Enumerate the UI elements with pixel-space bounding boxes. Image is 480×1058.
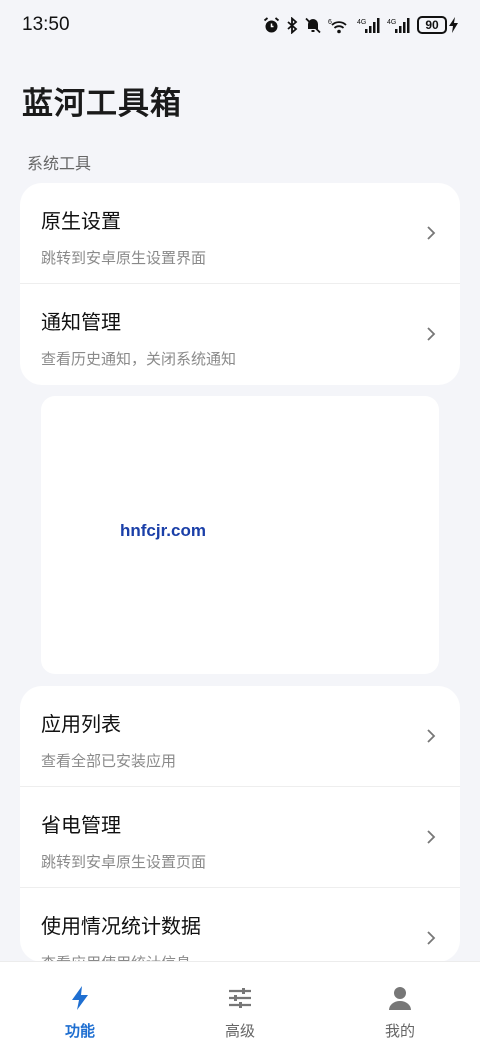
list-item-title: 原生设置 [41,209,121,233]
page-title: 蓝河工具箱 [22,86,182,122]
list-item-subtitle: 查看全部已安装应用 [41,752,177,770]
section-label: 系统工具 [27,154,92,173]
svg-text:6: 6 [328,19,332,26]
system-tools-card: 原生设置 跳转到安卓原生设置界面 通知管理 查看历史通知，关闭系统通知 [20,183,460,385]
list-item-title: 通知管理 [41,310,121,334]
watermark: hnfcjr.com [120,521,206,540]
list-item-native-settings[interactable]: 原生设置 跳转到安卓原生设置界面 [20,183,460,284]
battery-level: 90 [417,16,447,34]
status-bar: 13:50 6 4G 4G 90 [0,0,480,50]
list-item-power-saving[interactable]: 省电管理 跳转到安卓原生设置页面 [20,787,460,888]
bluetooth-icon [287,16,298,34]
list-item-title: 使用情况统计数据 [41,914,201,938]
list-item-title: 应用列表 [41,712,121,736]
app-tools-card: 应用列表 查看全部已安装应用 省电管理 跳转到安卓原生设置页面 使用情况统计数据… [20,686,460,962]
wifi-icon: 6 [328,19,347,33]
chevron-right-icon [427,226,436,240]
nav-label: 我的 [384,1022,415,1040]
list-item-notification-management[interactable]: 通知管理 查看历史通知，关闭系统通知 [20,284,460,385]
signal-4g-icon: 4G [387,17,410,33]
nav-label: 功能 [64,1022,95,1040]
charging-icon [449,17,458,33]
signal-4g-icon: 4G [357,17,380,33]
chevron-right-icon [427,830,436,844]
bottom-nav: 功能 高级 我的 [0,961,480,1058]
lightning-icon [72,986,88,1010]
battery-indicator: 90 [417,16,458,34]
svg-text:4G: 4G [357,19,366,26]
alarm-icon [263,16,280,32]
list-item-subtitle: 跳转到安卓原生设置界面 [41,249,207,267]
list-item-subtitle: 跳转到安卓原生设置页面 [41,853,207,871]
nav-tab-advanced[interactable]: 高级 [160,962,320,1058]
ad-placeholder [41,396,439,674]
sliders-icon [229,988,251,1008]
nav-tab-profile[interactable]: 我的 [320,962,480,1058]
chevron-right-icon [427,729,436,743]
list-item-subtitle: 查看历史通知，关闭系统通知 [41,350,237,368]
nav-label: 高级 [224,1022,255,1040]
list-item-title: 省电管理 [41,813,121,837]
nav-tab-features[interactable]: 功能 [0,962,160,1058]
chevron-right-icon [427,931,436,945]
list-item-app-list[interactable]: 应用列表 查看全部已安装应用 [20,686,460,787]
mute-icon [305,17,321,33]
chevron-right-icon [427,327,436,341]
status-icons: 6 4G 4G 90 [263,16,458,34]
status-time: 13:50 [22,14,70,35]
list-item-usage-stats[interactable]: 使用情况统计数据 查看应用使用统计信息 [20,888,460,962]
person-icon [389,987,411,1010]
svg-text:4G: 4G [387,19,396,26]
